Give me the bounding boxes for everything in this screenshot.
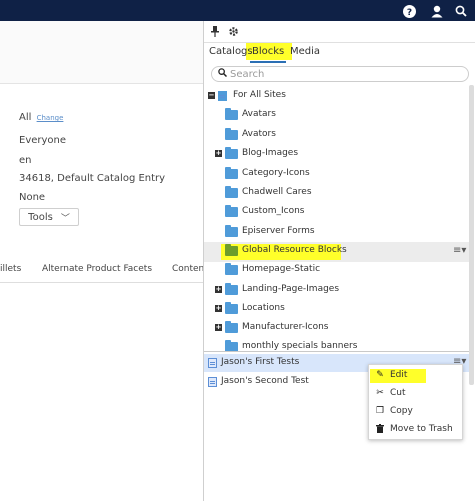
tree-item-locations[interactable]: + Locations [207, 301, 467, 319]
menu-item-cut[interactable]: ✂ Cut [369, 386, 462, 402]
menu-item-label: Copy [390, 406, 413, 416]
folder-icon [225, 321, 238, 333]
tools-label: Tools [28, 211, 53, 223]
id-type-value: 34618, Default Catalog Entry [19, 173, 166, 184]
tree-item-label: Avatars [242, 109, 276, 119]
tree-item-label: Homepage-Static [242, 264, 321, 274]
tree-root[interactable]: − For All Sites [207, 88, 467, 106]
folder-icon [225, 244, 238, 256]
scrollbar[interactable] [469, 85, 474, 385]
tree-item-global-resource-blocks[interactable]: Global Resource Blocks [207, 243, 467, 261]
language-value: en [19, 155, 32, 166]
tab-catalogs[interactable]: Catalogs [209, 46, 253, 57]
collapse-icon[interactable]: − [208, 92, 215, 99]
tree-item-custom-icons[interactable]: Custom_Icons [207, 204, 467, 222]
search-field[interactable] [211, 66, 469, 82]
tree-item-category-icons[interactable]: Category-Icons [207, 166, 467, 184]
help-icon[interactable]: ? [400, 2, 418, 20]
tree-item-label: Locations [242, 303, 285, 313]
menu-item-label: Edit [390, 370, 408, 380]
folder-icon [225, 128, 238, 140]
tree-item-label: Episerver Forms [242, 226, 315, 236]
search-icon[interactable] [452, 2, 470, 20]
folder-icon [225, 205, 238, 217]
tree-item-label: Global Resource Blocks [242, 245, 347, 255]
expand-icon[interactable]: + [215, 150, 222, 157]
tree-item-avatars[interactable]: Avatars [207, 107, 467, 125]
copy-icon: ❐ [375, 406, 385, 416]
tree-item-label: monthly specials banners [242, 341, 358, 351]
tree-item-homepage-static[interactable]: Homepage-Static [207, 262, 467, 280]
folder-icon [225, 302, 238, 314]
expand-icon[interactable]: + [215, 305, 222, 312]
content-header [0, 21, 205, 84]
markets-value: None [19, 192, 46, 203]
tab-blocks[interactable]: Blocks [252, 46, 284, 57]
content-tab-bar: illets Alternate Product Facets Content [0, 258, 205, 283]
tree-item-chadwell-cares[interactable]: Chadwell Cares [207, 185, 467, 203]
tab-alternate-product-facets[interactable]: Alternate Product Facets [42, 264, 152, 274]
chevron-down-icon: ﹀ [60, 213, 70, 224]
site-folder-icon [218, 91, 227, 101]
folder-icon [225, 225, 238, 237]
expand-icon[interactable]: + [215, 324, 222, 331]
tree-item-label: Category-Icons [242, 168, 310, 178]
divider [204, 351, 469, 352]
active-tab-underline [250, 61, 286, 63]
tree-item-monthly-specials[interactable]: monthly specials banners [207, 339, 467, 351]
menu-item-copy[interactable]: ❐ Copy [369, 404, 462, 420]
pin-icon[interactable] [208, 24, 222, 38]
tree-item-episerver-forms[interactable]: Episerver Forms [207, 224, 467, 242]
tree-root-label: For All Sites [233, 90, 286, 100]
visible-to-row: All Change [19, 112, 63, 123]
folder-icon [225, 263, 238, 275]
pencil-icon: ✎ [376, 370, 384, 380]
trash-icon [375, 424, 385, 436]
block-icon [208, 358, 217, 368]
menu-item-move-to-trash[interactable]: Move to Trash [369, 422, 462, 438]
access-rights-value: Everyone [19, 135, 67, 146]
settings-icon[interactable] [226, 24, 240, 38]
tab-pallets[interactable]: illets [0, 264, 21, 274]
search-input[interactable] [230, 68, 430, 80]
tools-dropdown[interactable]: Tools ﹀ [19, 208, 79, 226]
tree-item-label: Custom_Icons [242, 206, 305, 216]
block-item-label: Jason's First Tests [221, 357, 300, 367]
folder-icon [225, 283, 238, 295]
tree-item-label: Manufacturer-Icons [242, 322, 329, 332]
tree-item-label: Chadwell Cares [242, 187, 312, 197]
tree-item-landing-page-images[interactable]: + Landing-Page-Images [207, 282, 467, 300]
context-menu: ✎ Edit ✂ Cut ❐ Copy Move to Trash [368, 364, 463, 440]
folder-icon [225, 340, 238, 351]
block-icon [208, 377, 217, 387]
tree-item-label: Avators [242, 129, 276, 139]
menu-item-edit[interactable]: ✎ Edit [369, 368, 462, 384]
folder-icon [225, 147, 238, 159]
menu-item-label: Cut [390, 388, 406, 398]
scissors-icon: ✂ [376, 388, 384, 398]
block-item-label: Jason's Second Test [221, 376, 309, 386]
visible-to-value: All [19, 112, 32, 123]
folder-icon [225, 108, 238, 120]
expand-icon[interactable]: + [215, 286, 222, 293]
tab-content[interactable]: Content [172, 264, 205, 274]
tree-item-label: Landing-Page-Images [242, 284, 340, 294]
svg-text:?: ? [406, 8, 411, 18]
menu-item-label: Move to Trash [390, 424, 453, 434]
panel-tabs: Catalogs Blocks Media [204, 43, 475, 63]
top-nav-bar: ? [0, 0, 475, 21]
tree-item-manufacturer-icons[interactable]: + Manufacturer-Icons [207, 320, 467, 338]
context-menu-icon[interactable]: ≡▾ [453, 245, 466, 256]
change-link[interactable]: Change [37, 114, 64, 122]
user-icon[interactable] [428, 2, 446, 20]
folder-icon [225, 186, 238, 198]
search-icon [218, 68, 228, 80]
tree-item-label: Blog-Images [242, 148, 299, 158]
tree-item-blog-images[interactable]: + Blog-Images [207, 146, 467, 164]
tab-media[interactable]: Media [290, 46, 320, 57]
folder-icon [225, 167, 238, 179]
tree-item-avators[interactable]: Avators [207, 127, 467, 145]
panel-toolbar [204, 21, 475, 41]
